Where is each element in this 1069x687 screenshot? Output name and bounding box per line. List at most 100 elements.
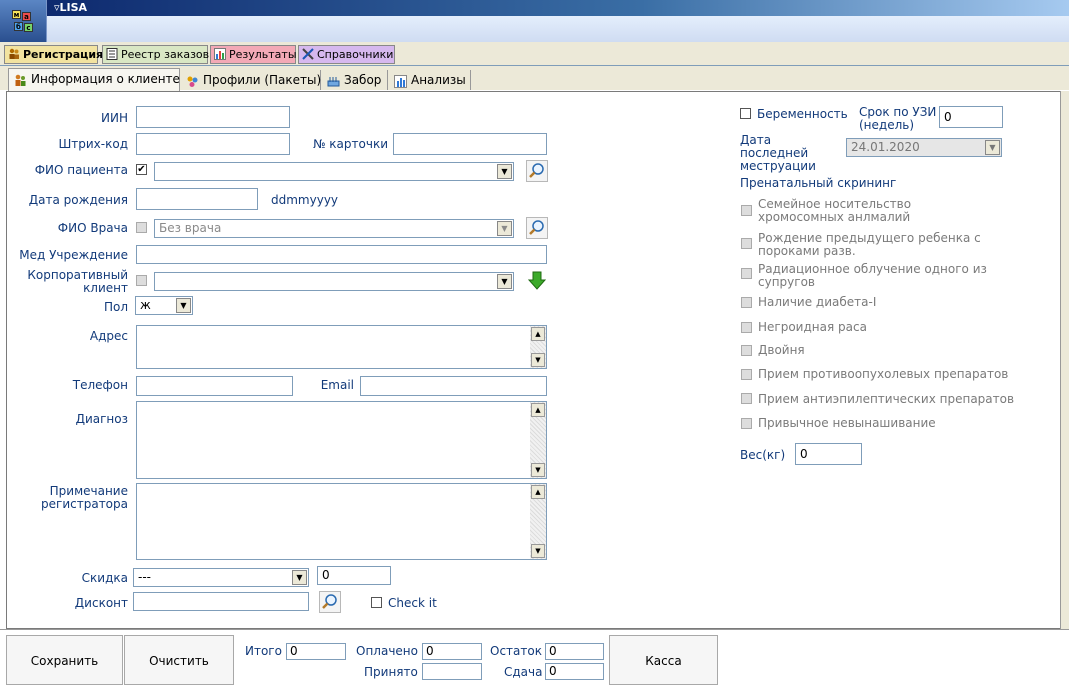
chevron-down-icon[interactable]: ▼ [497,274,512,289]
scroll-down-icon[interactable]: ▼ [531,353,545,367]
tab-analyses[interactable]: Анализы [389,70,471,90]
paid-input[interactable]: 0 [422,643,482,660]
save-button[interactable]: Сохранить [6,635,123,685]
total-input[interactable]: 0 [286,643,346,660]
check-it-checkbox[interactable] [371,597,382,608]
screening-checkbox[interactable] [741,345,752,356]
tab-label: Справочники [317,48,394,61]
last-period-label: Дата последней меструации [740,133,816,173]
received-input[interactable] [422,663,482,680]
tab-references[interactable]: Справочники [298,45,395,64]
discount-combo[interactable]: --- ▼ [133,568,309,587]
tab-results[interactable]: Результаты [210,45,297,64]
tab-orders-registry[interactable]: Реестр заказов [102,45,210,64]
chevron-down-icon[interactable]: ▼ [985,140,1000,155]
dob-input[interactable] [136,188,258,210]
discount-label: Скидка [81,571,128,585]
email-input[interactable] [360,376,547,396]
scroll-up-icon[interactable]: ▲ [531,403,545,417]
patient-combo[interactable]: ▼ [154,162,514,181]
registrar-note-textarea[interactable]: ▲ ▼ [136,483,547,560]
check-it-label: Check it [388,596,437,610]
doctor-label: ФИО Врача [57,221,128,235]
us-term-label: Срок по УЗИ (недель) [859,105,937,132]
corporate-checkbox[interactable] [136,275,147,286]
tab-label: Реестр заказов [121,48,210,61]
barcode-input[interactable] [136,133,290,155]
screening-checkbox[interactable] [741,268,752,279]
patient-search-button[interactable] [526,160,548,182]
scroll-down-icon[interactable]: ▼ [531,544,545,558]
cashier-button[interactable]: Касса [609,635,718,685]
chevron-down-icon[interactable]: ▼ [497,221,512,236]
doctor-combo[interactable]: Без врача ▼ [154,219,514,238]
card-number-label: № карточки [313,137,388,151]
discount-card-input[interactable] [133,592,309,611]
weight-label: Вес(кг) [740,448,786,462]
tab-label: Регистрация [23,48,104,61]
discount-amount-input[interactable]: 0 [317,566,391,585]
sex-combo[interactable]: ж ▼ [135,296,193,315]
rest-label: Остаток [490,644,542,658]
chevron-down-icon[interactable]: ▼ [176,298,191,313]
diagnosis-textarea[interactable]: ▲ ▼ [136,401,547,479]
doctor-search-button[interactable] [526,217,548,239]
tab-collection[interactable]: Забор [322,70,388,90]
app-title: ▿LISA [54,1,87,14]
scroll-up-icon[interactable]: ▲ [531,485,545,499]
screening-checkbox[interactable] [741,393,752,404]
screening-checkbox[interactable] [741,297,752,308]
iin-input[interactable] [136,106,290,128]
doctor-value: Без врача [159,221,222,235]
screening-checkbox[interactable] [741,322,752,333]
chevron-down-icon[interactable]: ▼ [292,570,307,585]
logo-tile-icon: а [22,12,31,21]
ribbon-area [47,16,1069,42]
right-scrollbar[interactable] [1060,91,1069,629]
card-number-input[interactable] [393,133,547,155]
magnifier-icon [529,163,544,178]
med-institution-input[interactable] [136,245,547,264]
tab-client-info[interactable]: Информация о клиенте [8,68,180,91]
screening-checkbox[interactable] [741,205,752,216]
screening-checkbox[interactable] [741,418,752,429]
rest-input[interactable]: 0 [545,643,604,660]
discount-search-button[interactable] [319,591,341,613]
change-label: Сдача [504,665,543,679]
clear-button[interactable]: Очистить [124,635,234,685]
screening-item: Прием противоопухолевых препаратов [758,367,1009,381]
registrar-note-label: Примечание регистратора [41,484,128,511]
logo-tile-icon: б [14,22,23,31]
chevron-down-icon[interactable]: ▼ [497,164,512,179]
app-logo-icon[interactable]: м а б с [0,0,47,42]
tab-registration[interactable]: Регистрация [4,45,103,64]
screening-item: Негроидная раса [758,320,867,334]
pregnancy-checkbox[interactable] [740,108,751,119]
phone-input[interactable] [136,376,293,396]
screening-checkbox[interactable] [741,238,752,249]
scroll-down-icon[interactable]: ▼ [531,463,545,477]
screening-checkbox[interactable] [741,369,752,380]
app-title-text: LISA [59,1,88,14]
results-icon [214,48,226,60]
med-institution-label: Мед Учреждение [19,248,128,262]
scroll-up-icon[interactable]: ▲ [531,327,545,341]
corporate-combo[interactable]: ▼ [154,272,514,291]
change-input[interactable]: 0 [545,663,604,680]
screening-item: Прием антиэпилептических препаратов [758,392,1015,406]
patient-label: ФИО пациента [34,163,128,177]
people-icon [8,48,20,60]
patient-checkbox[interactable]: ✔ [136,164,147,175]
us-term-input[interactable]: 0 [939,106,1003,128]
email-label: Email [320,378,354,392]
screening-item: Наличие диабета-I [758,295,877,309]
doctor-checkbox[interactable] [136,222,147,233]
weight-input[interactable]: 0 [795,443,862,465]
address-textarea[interactable]: ▲ ▼ [136,325,547,369]
dob-label: Дата рождения [28,193,128,207]
corporate-download-button[interactable] [526,270,548,292]
screening-item: Двойня [758,343,805,357]
logo-tile-icon: с [24,23,33,32]
last-period-date[interactable]: 24.01.2020 ▼ [846,138,1002,157]
tab-profiles[interactable]: Профили (Пакеты) [181,70,321,90]
